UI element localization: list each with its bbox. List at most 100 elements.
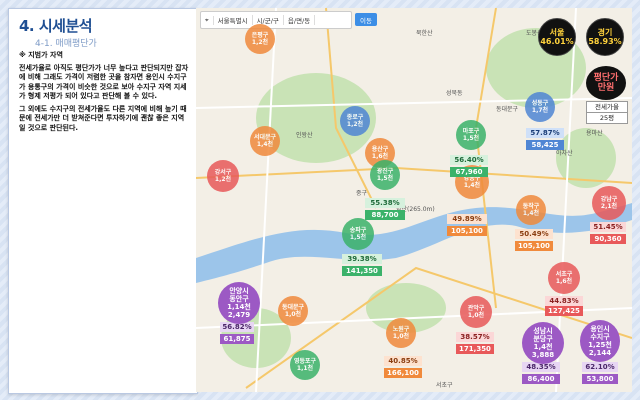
special-district-bubble[interactable]: 안양시 동안구 1,14천 2,479	[218, 282, 260, 324]
place-label: 성북동	[446, 90, 463, 97]
district-value: 1,1천	[296, 365, 314, 372]
district-value: 1,2천	[251, 39, 269, 46]
district-name: 수지구	[590, 333, 610, 341]
district-bubble[interactable]: 종로구 1,2천	[340, 106, 370, 136]
panel-paragraph: ※ 지범가 자역	[19, 51, 63, 59]
dong-select[interactable]: 읍/면/동	[284, 15, 316, 25]
district-name: 서초구	[555, 271, 573, 278]
place-label: 인왕산	[296, 132, 313, 139]
rate-label: 62.10%	[582, 362, 618, 372]
district-name: 성남시	[533, 327, 553, 335]
district-bubble[interactable]: 성동구 1,7천	[525, 92, 555, 122]
district-value: 1,14천	[227, 303, 251, 311]
panel-paragraph: 그 외에도 수지구의 전세가율도 다른 지역에 비해 높기 때문에 전세가만 더…	[19, 104, 187, 132]
district-value: 1,6천	[555, 278, 573, 285]
price-label: 88,700	[365, 210, 405, 220]
district-bubble[interactable]: 은평구 1,2천	[245, 24, 275, 54]
rate-label: 50.49%	[515, 229, 553, 239]
place-label: 용마산	[586, 130, 603, 137]
place-label: 동대문구	[496, 106, 519, 113]
legend-size-label: 25평	[586, 112, 628, 124]
district-value: 1,4천	[463, 182, 481, 189]
district-value: 1,5천	[349, 234, 367, 241]
rate-label: 51.45%	[590, 222, 626, 232]
region-search-bar[interactable]: ⌖ 서울특별시 시/군/구 읍/면/동 이동	[200, 11, 377, 29]
badge-value: 46.01%	[540, 37, 574, 46]
district-value: 1,7천	[531, 107, 549, 114]
gyeonggi-rate-badge: 경기 58.93%	[586, 18, 624, 56]
district-name: 성동구	[531, 100, 549, 107]
badge-line: 평단가	[593, 73, 619, 83]
special-district-bubble[interactable]: 성남시 분당구 1,4천 3,888	[522, 322, 564, 364]
seoul-rate-badge: 서울 46.01%	[538, 18, 576, 56]
district-name: 노원구	[392, 326, 410, 333]
price-label: 127,425	[545, 306, 583, 316]
place-label: 중구	[356, 190, 368, 197]
rate-label: 39.38%	[342, 254, 382, 264]
rate-label: 57.87%	[526, 128, 564, 138]
district-name: 송파구	[349, 227, 367, 234]
district-bubble[interactable]: 서대문구 1,4천	[250, 126, 280, 156]
price-label: 105,100	[515, 241, 553, 251]
district-name: 안양시	[229, 287, 249, 295]
price-label: 67,960	[450, 167, 488, 177]
district-bubble[interactable]: 관악구 1,0천	[460, 296, 492, 328]
rate-label: 56.40%	[450, 155, 488, 165]
rate-label: 44.83%	[545, 296, 583, 306]
district-value: 2,479	[227, 311, 251, 319]
price-label: 171,350	[456, 344, 494, 354]
panel-header: 4. 시세분석 4-1. 매매평단가	[19, 15, 97, 49]
place-label: 북한산	[416, 30, 433, 37]
district-bubble[interactable]: 마포구 1,5천	[456, 120, 486, 150]
district-name: 용인시	[590, 325, 610, 333]
district-name: 강서구	[214, 169, 232, 176]
district-value: 1,4천	[256, 141, 274, 148]
go-button[interactable]: 이동	[355, 13, 377, 26]
district-value: 1,25천	[588, 341, 612, 349]
district-bubble[interactable]: 영등포구 1,1천	[290, 350, 320, 380]
price-label: 90,360	[590, 234, 626, 244]
badge-name: 서울	[549, 28, 565, 37]
district-value: 1,5천	[376, 175, 394, 182]
district-value: 1,2천	[214, 176, 232, 183]
district-name: 동대문구	[281, 304, 305, 311]
district-value: 1,4천	[522, 210, 540, 217]
price-label: 105,100	[447, 226, 487, 236]
city-select[interactable]: 서울특별시	[214, 15, 253, 25]
badge-name: 경기	[597, 28, 613, 37]
district-name: 강남구	[600, 196, 618, 203]
district-bubble[interactable]: 강남구 2,1천	[592, 186, 626, 220]
special-district-bubble[interactable]: 용인시 수지구 1,25천 2,144	[580, 320, 620, 362]
price-label: 53,800	[582, 374, 618, 384]
district-name: 광진구	[376, 168, 394, 175]
badge-line: 만원	[597, 83, 615, 93]
district-name: 분당구	[533, 335, 553, 343]
district-bubble[interactable]: 강서구 1,2천	[207, 160, 239, 192]
rate-label: 49.89%	[447, 214, 487, 224]
district-value: 1,0천	[467, 312, 485, 319]
district-value: 1,0천	[284, 311, 302, 318]
district-bubble[interactable]: 동작구 1,4천	[516, 195, 546, 225]
district-bubble[interactable]: 동대문구 1,0천	[278, 296, 308, 326]
price-label: 58,425	[526, 140, 564, 150]
district-value: 1,0천	[392, 333, 410, 340]
panel-body: ※ 지범가 자역 전세가율로 아직도 평단가가 너무 높다고 판단되지만 잡자에…	[19, 51, 189, 136]
panel-paragraph: 전세가율로 아직도 평단가가 너무 높다고 판단되지만 잡자에 비해 그래도 가…	[19, 63, 189, 101]
district-bubble[interactable]: 송파구 1,5천	[342, 218, 374, 250]
price-label: 86,400	[522, 374, 560, 384]
district-name: 동안구	[229, 295, 249, 303]
panel-title: 4. 시세분석	[19, 17, 93, 35]
rate-label: 38.57%	[456, 332, 494, 342]
district-value: 1,4천	[533, 343, 553, 351]
district-bubble[interactable]: 광진구 1,5천	[370, 160, 400, 190]
district-name: 은평구	[251, 32, 269, 39]
district-bubble[interactable]: 노원구 1,0천	[386, 318, 416, 348]
district-value: 3,888	[531, 351, 555, 359]
district-value: 1,2천	[346, 121, 364, 128]
place-label: 서초구	[436, 382, 453, 389]
badge-value: 58.93%	[588, 37, 622, 46]
map-pin-icon: ⌖	[201, 15, 214, 25]
rate-label: 40.85%	[384, 356, 422, 366]
district-bubble[interactable]: 서초구 1,6천	[548, 262, 580, 294]
district-value: 2,1천	[600, 203, 618, 210]
